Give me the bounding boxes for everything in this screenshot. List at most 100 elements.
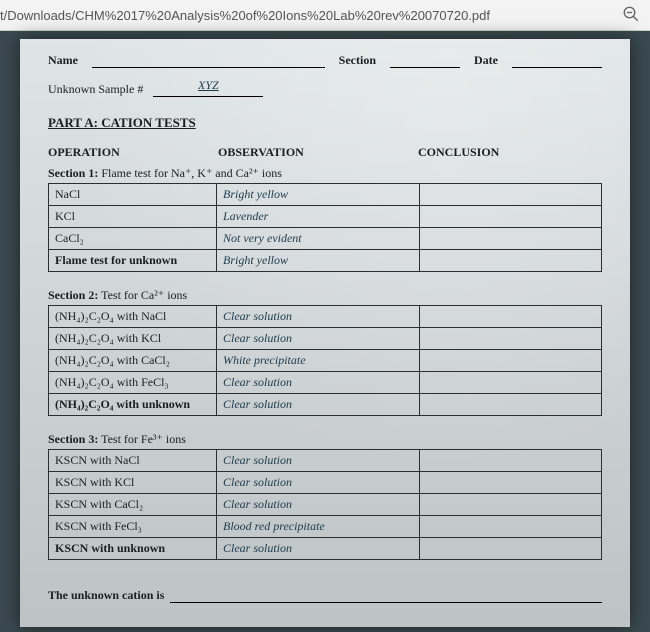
sample-label: Unknown Sample # <box>48 82 143 97</box>
cell-conclusion <box>420 306 602 328</box>
cell-observation: Clear solution <box>217 494 420 516</box>
observation-text: White precipitate <box>223 353 306 367</box>
table-row: KCl Lavender <box>49 206 602 228</box>
sections-host: Section 1: Flame test for Na⁺, K⁺ and Ca… <box>48 166 602 570</box>
cell-conclusion <box>420 184 602 206</box>
table-row: CaCl₂ Not very evident <box>49 228 602 250</box>
col-conclusion: CONCLUSION <box>418 145 602 160</box>
section-title: Section 1: Flame test for Na⁺, K⁺ and Ca… <box>48 166 602 181</box>
browser-toolbar: t/Downloads/CHM%2017%20Analysis%20of%20I… <box>0 0 650 31</box>
observation-text: Clear solution <box>223 475 292 489</box>
observation-text: Clear solution <box>223 497 292 511</box>
data-table: KSCN with NaClClear solutionKSCN with KC… <box>48 449 602 560</box>
table-row: KSCN with unknown Clear solution <box>49 538 602 560</box>
cell-operation: KCl <box>49 206 217 228</box>
cell-operation: KSCN with FeCl₃ <box>49 516 217 538</box>
cell-operation: (NH₄)₂C₂O₄ with NaCl <box>49 306 217 328</box>
observation-text: Clear solution <box>223 375 292 389</box>
table-row: KSCN with FeCl₃ Blood red precipitate <box>49 516 602 538</box>
date-label: Date <box>474 53 498 68</box>
name-label: Name <box>48 53 78 68</box>
final-blank <box>170 588 602 603</box>
cell-conclusion <box>420 372 602 394</box>
zoom-out-icon[interactable] <box>622 5 640 26</box>
section-blank <box>390 53 460 68</box>
final-cation-line: The unknown cation is <box>48 588 602 603</box>
cell-observation: Bright yellow <box>217 184 420 206</box>
cell-operation: KSCN with CaCl₂ <box>49 494 217 516</box>
data-table: NaCl Bright yellow KCl Lavender CaCl₂ Not ver… <box>48 183 602 272</box>
table-row: (NH₄)₂C₂O₄ with FeCl₃ Clear solution <box>49 372 602 394</box>
table-row: (NH₄)₂C₂O₄ with CaCl₂ White precipitate <box>49 350 602 372</box>
cell-observation: Clear solution <box>217 450 420 472</box>
cell-conclusion <box>420 250 602 272</box>
table-row: (NH₄)₂C₂O₄ with KCl Clear solution <box>49 328 602 350</box>
table-row: (NH₄)₂C₂O₄ with unknown Clear solution <box>49 394 602 416</box>
observation-text: Blood red precipitate <box>223 519 325 533</box>
col-observation: OBSERVATION <box>218 145 418 160</box>
sample-value: XYZ <box>198 78 219 92</box>
cell-conclusion <box>420 450 602 472</box>
observation-text: Bright yellow <box>223 253 288 267</box>
table-row: KSCN with KCl Clear solution <box>49 472 602 494</box>
cell-operation: KSCN with unknown <box>49 538 217 560</box>
data-table: (NH₄)₂C₂O₄ with NaClClear solution(NH₄)₂… <box>48 305 602 416</box>
date-blank <box>512 53 602 68</box>
document-viewport: Name Section Date Unknown Sample # XYZ P… <box>0 31 650 632</box>
table-row: KSCN with NaCl Clear solution <box>49 450 602 472</box>
observation-text: Bright yellow <box>223 187 288 201</box>
cell-observation: Lavender <box>217 206 420 228</box>
cell-operation: KSCN with KCl <box>49 472 217 494</box>
sample-row: Unknown Sample # XYZ <box>48 78 602 97</box>
final-label: The unknown cation is <box>48 588 164 603</box>
cell-conclusion <box>420 228 602 250</box>
col-operation: OPERATION <box>48 145 218 160</box>
table-row: (NH₄)₂C₂O₄ with NaCl Clear solution <box>49 306 602 328</box>
column-headers: OPERATION OBSERVATION CONCLUSION <box>48 145 602 160</box>
cell-observation: Clear solution <box>217 306 420 328</box>
cell-observation: Clear solution <box>217 394 420 416</box>
cell-conclusion <box>420 472 602 494</box>
part-a-title: PART A: CATION TESTS <box>48 115 602 131</box>
cell-conclusion <box>420 328 602 350</box>
table-row: KSCN with CaCl₂ Clear solution <box>49 494 602 516</box>
cell-operation: KSCN with NaCl <box>49 450 217 472</box>
cell-observation: Clear solution <box>217 372 420 394</box>
table-row: NaCl Bright yellow <box>49 184 602 206</box>
section-title: Section 3: Test for Fe³⁺ ions <box>48 432 602 447</box>
observation-text: Clear solution <box>223 541 292 555</box>
section-title: Section 2: Test for Ca²⁺ ions <box>48 288 602 303</box>
cell-operation: (NH₄)₂C₂O₄ with KCl <box>49 328 217 350</box>
cell-observation: Clear solution <box>217 328 420 350</box>
cell-observation: Not very evident <box>217 228 420 250</box>
observation-text: Clear solution <box>223 331 292 345</box>
observation-text: Lavender <box>223 209 268 223</box>
cell-observation: Bright yellow <box>217 250 420 272</box>
cell-conclusion <box>420 394 602 416</box>
cell-operation: (NH₄)₂C₂O₄ with unknown <box>49 394 217 416</box>
cell-observation: Blood red precipitate <box>217 516 420 538</box>
observation-text: Clear solution <box>223 309 292 323</box>
table-row: Flame test for unknown Bright yellow <box>49 250 602 272</box>
sample-blank: XYZ <box>153 78 263 97</box>
cell-observation: Clear solution <box>217 472 420 494</box>
name-blank <box>92 53 325 68</box>
url-text: t/Downloads/CHM%2017%20Analysis%20of%20I… <box>0 8 622 23</box>
cell-operation: CaCl₂ <box>49 228 217 250</box>
cell-observation: White precipitate <box>217 350 420 372</box>
cell-conclusion <box>420 494 602 516</box>
observation-text: Clear solution <box>223 453 292 467</box>
cell-conclusion <box>420 538 602 560</box>
worksheet-page: Name Section Date Unknown Sample # XYZ P… <box>20 39 630 627</box>
observation-text: Clear solution <box>223 397 292 411</box>
header-fields: Name Section Date <box>48 53 602 68</box>
cell-observation: Clear solution <box>217 538 420 560</box>
cell-conclusion <box>420 516 602 538</box>
cell-operation: Flame test for unknown <box>49 250 217 272</box>
section-label: Section <box>339 53 376 68</box>
cell-operation: (NH₄)₂C₂O₄ with CaCl₂ <box>49 350 217 372</box>
cell-operation: (NH₄)₂C₂O₄ with FeCl₃ <box>49 372 217 394</box>
observation-text: Not very evident <box>223 231 302 245</box>
cell-operation: NaCl <box>49 184 217 206</box>
cell-conclusion <box>420 350 602 372</box>
